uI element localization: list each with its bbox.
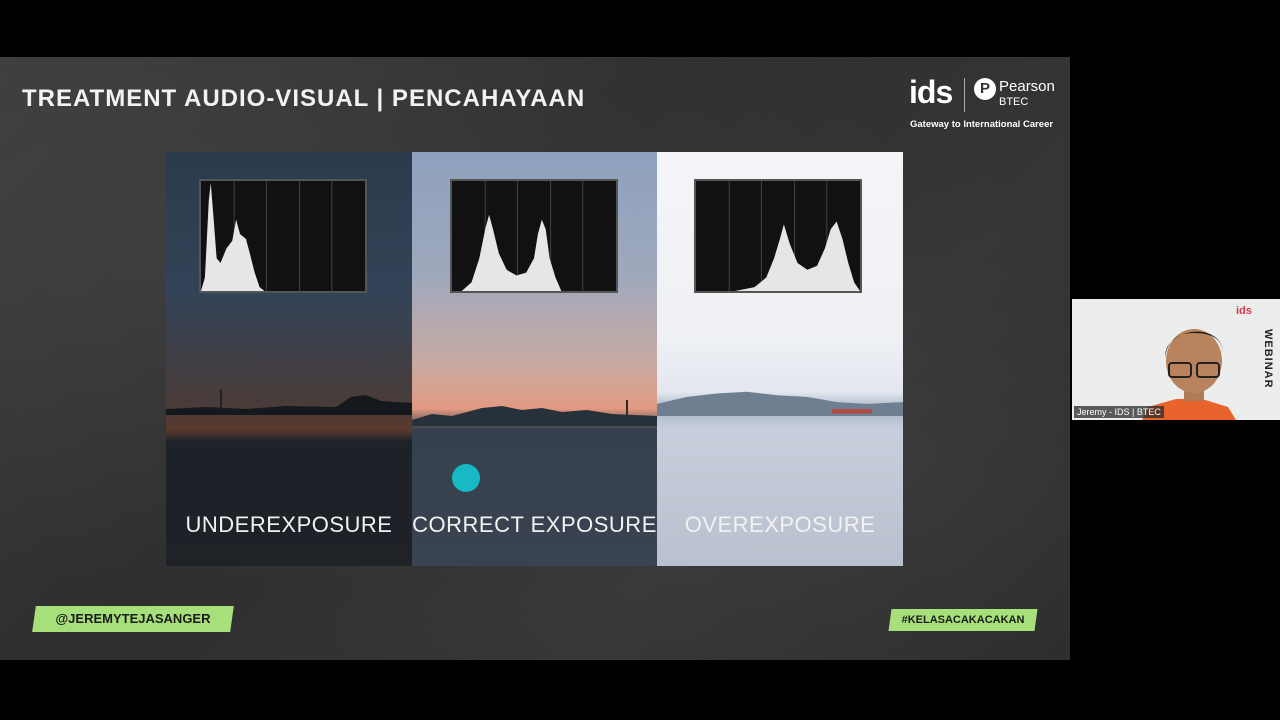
caption-underexposure: UNDEREXPOSURE (185, 512, 393, 537)
presenter-avatar (1072, 299, 1280, 420)
webinar-side-text: WEBINAR (1262, 329, 1274, 389)
slide-title: TREATMENT AUDIO-VISUAL | PENCAHAYAAN (22, 85, 586, 112)
panel-overexposure: OVEREXPOSURE (657, 152, 903, 566)
caption-overexposure: OVEREXPOSURE (684, 512, 876, 537)
panel-correct-exposure: CORRECT EXPOSURE (412, 152, 657, 566)
btec-text: BTEC (999, 96, 1029, 108)
logo-tagline: Gateway to International Career (910, 119, 1054, 130)
presentation-slide: TREATMENT AUDIO-VISUAL | PENCAHAYAAN ids… (0, 57, 1070, 660)
treeline-icon (166, 389, 412, 415)
treeline-icon (412, 400, 657, 426)
pearson-icon: P (974, 78, 996, 100)
participant-name-tag: Jeremy - IDS | BTEC (1074, 406, 1164, 418)
logo-divider (964, 78, 965, 112)
histogram-overexposure (694, 179, 862, 293)
video-ids-logo: ids (1236, 305, 1252, 317)
pearson-text: Pearson (999, 78, 1055, 95)
ids-logo-text: ids (909, 74, 953, 110)
ids-pearson-logo: ids P Pearson BTEC Gateway to Internatio… (908, 74, 1058, 134)
hashtag-right-text: #KELASACAKACAKAN (901, 614, 1025, 626)
handle-left-text: @JEREMYTEJASANGER (55, 611, 211, 626)
exposure-comparison: ➔ UNDEREXPOSURE CORRECT EXPOSURE (166, 152, 903, 566)
handle-badge-left: @JEREMYTEJASANGER (32, 606, 234, 632)
histogram-underexposure (199, 179, 367, 293)
hashtag-badge-right: #KELASACAKACAKAN (888, 609, 1038, 631)
pointer-dot-icon (452, 464, 480, 492)
participant-video-tile[interactable]: ids WEBINAR Jeremy - IDS | BTEC (1072, 299, 1280, 420)
treeline-icon (657, 391, 903, 416)
caption-correct-exposure: CORRECT EXPOSURE (412, 512, 657, 537)
histogram-correct-exposure (450, 179, 618, 293)
panel-underexposure: ➔ UNDEREXPOSURE (166, 152, 412, 566)
